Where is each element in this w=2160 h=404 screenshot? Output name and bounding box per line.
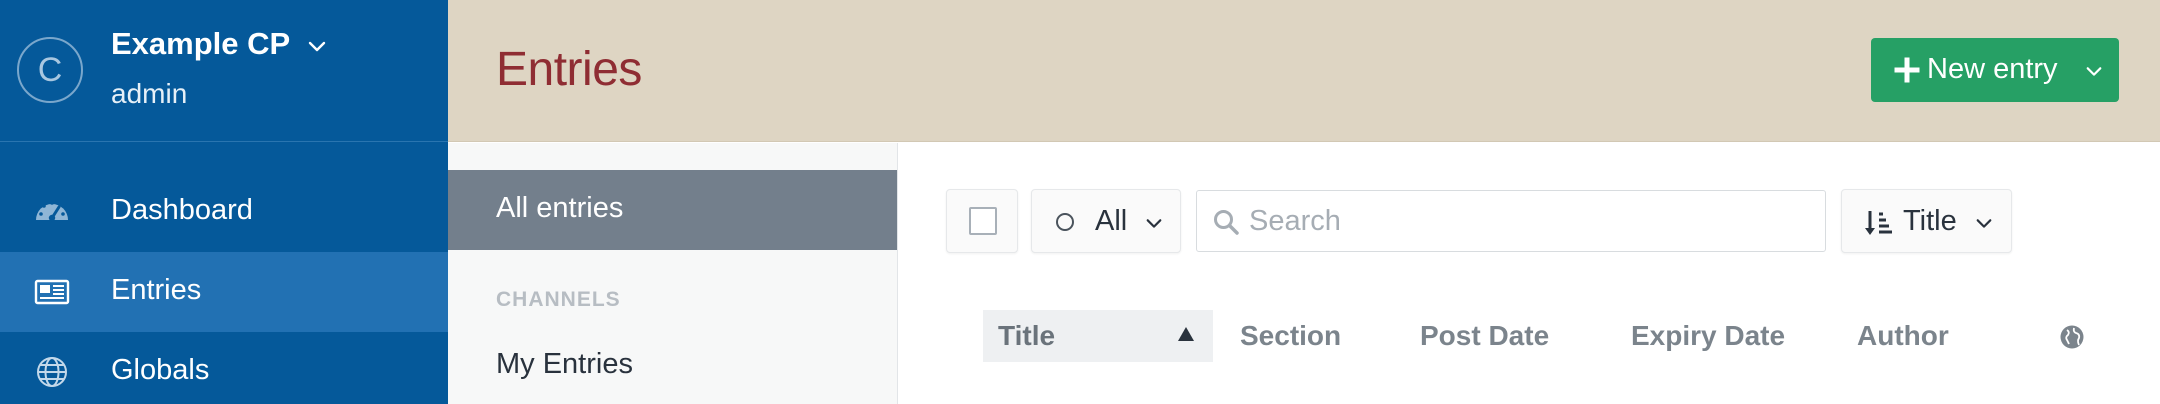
- site-name[interactable]: Example CP: [111, 26, 290, 62]
- plus-icon: [1894, 57, 1920, 83]
- table-header: Title Section Post Date Expiry Date Auth…: [983, 310, 2123, 362]
- sort-ascending-icon: [1178, 327, 1194, 341]
- column-header-expiry-date[interactable]: Expiry Date: [1631, 310, 1785, 362]
- site-user: admin: [111, 78, 188, 109]
- select-all-checkbox[interactable]: [969, 207, 997, 235]
- nav-item-dashboard[interactable]: Dashboard: [0, 172, 448, 252]
- column-header-post-date[interactable]: Post Date: [1420, 310, 1549, 362]
- status-filter-button[interactable]: All: [1031, 189, 1181, 253]
- status-filter-label: All: [1095, 205, 1128, 237]
- site-header[interactable]: C Example CP admin: [0, 0, 448, 142]
- source-item-my-entries[interactable]: My Entries: [496, 348, 633, 381]
- select-all-button[interactable]: [946, 189, 1018, 253]
- column-header-section[interactable]: Section: [1240, 310, 1341, 362]
- gauge-icon: [36, 201, 68, 222]
- sort-icon: [1865, 211, 1892, 235]
- chevron-down-icon: [2086, 67, 2102, 76]
- sort-label: Title: [1903, 205, 1957, 237]
- chevron-down-icon: [1976, 219, 1992, 228]
- nav-item-label: Dashboard: [111, 194, 253, 226]
- search-input[interactable]: [1249, 201, 1809, 241]
- sort-button[interactable]: Title: [1841, 189, 2012, 253]
- column-header-title[interactable]: Title: [983, 310, 1213, 362]
- nav-item-label: Globals: [111, 354, 210, 386]
- column-header-author[interactable]: Author: [1857, 310, 1949, 362]
- site-logo: C: [17, 37, 83, 103]
- source-sidebar: All entries CHANNELS My Entries: [448, 143, 898, 404]
- newspaper-icon: [34, 279, 70, 305]
- source-heading-channels: CHANNELS: [496, 288, 621, 311]
- chevron-down-icon[interactable]: [307, 36, 327, 56]
- chevron-down-icon: [1146, 219, 1162, 228]
- globe-icon: [37, 357, 67, 387]
- column-header-label: Title: [998, 320, 1056, 351]
- new-entry-button[interactable]: New entry: [1871, 38, 2119, 102]
- main-content: All Title Title Section Post Date: [898, 143, 2160, 404]
- global-sidebar: C Example CP admin Dashboard Entries Glo…: [0, 0, 448, 404]
- nav-item-label: Entries: [111, 274, 202, 306]
- search-icon: [1214, 210, 1239, 235]
- status-circle-icon: [1056, 213, 1074, 231]
- nav-item-globals[interactable]: Globals: [0, 332, 448, 404]
- page-title: Entries: [496, 43, 642, 96]
- source-all-entries[interactable]: All entries: [448, 170, 897, 250]
- globe-icon[interactable]: [2059, 324, 2085, 350]
- new-entry-label: New entry: [1927, 53, 2058, 85]
- source-all-label: All entries: [496, 192, 624, 224]
- nav-item-entries[interactable]: Entries: [0, 252, 448, 332]
- search-field[interactable]: [1196, 190, 1826, 252]
- page-header: Entries New entry: [448, 0, 2160, 142]
